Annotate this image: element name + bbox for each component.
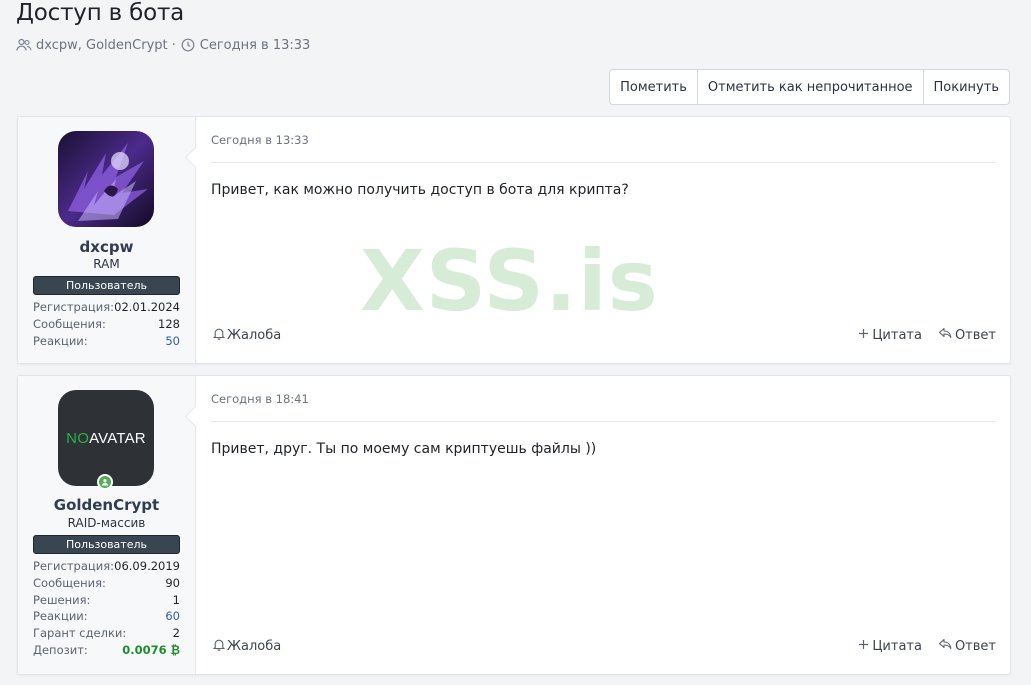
post-text: Привет, друг. Ты по моему сам криптуешь … <box>211 441 597 457</box>
post: NO AVATAR GoldenCrypt RAID-массив Пользо… <box>17 375 1011 675</box>
avatar-text-avatar: AVATAR <box>89 429 146 447</box>
stat-value: 02.01.2024 <box>114 300 180 314</box>
post-actions: Цитата Ответ <box>858 327 996 343</box>
thread-title: Доступ в бота <box>16 0 185 26</box>
meta-separator: · <box>171 37 176 53</box>
stat-value-deposit: 0.0076 ₿ <box>122 642 180 657</box>
report-button[interactable]: Жалоба <box>212 327 282 344</box>
stat-reactions: Реакции: 50 <box>33 333 180 350</box>
user-stats: Регистрация: 06.09.2019 Сообщения: 90 Ре… <box>33 558 180 659</box>
stat-label: Регистрация: <box>33 559 114 573</box>
stat-value: 1 <box>172 592 180 607</box>
bell-icon <box>212 327 226 344</box>
mark-unread-button[interactable]: Отметить как непрочитанное <box>698 70 924 104</box>
post-time[interactable]: Сегодня в 13:33 <box>211 133 309 147</box>
username[interactable]: GoldenCrypt <box>18 496 195 514</box>
quote-button[interactable]: Цитата <box>858 327 922 343</box>
report-label: Жалоба <box>227 639 282 654</box>
reply-icon <box>938 327 952 343</box>
stat-deal-guarantee: Гарант сделки: 2 <box>33 625 180 642</box>
stat-value-link[interactable]: 50 <box>165 333 180 350</box>
post-text: Привет, как можно получить доступ в бота… <box>211 182 629 198</box>
stat-deposit: Депозит: 0.0076 ₿ <box>33 642 180 659</box>
stat-registration: Регистрация: 02.01.2024 <box>33 299 180 316</box>
user-banner: Пользователь <box>33 535 180 554</box>
avatar[interactable]: NO AVATAR <box>58 390 154 486</box>
user-title: RAM <box>93 257 120 271</box>
post-body: Сегодня в 18:41 Привет, друг. Ты по моем… <box>211 376 996 674</box>
reply-button[interactable]: Ответ <box>938 638 996 654</box>
post-user-panel: NO AVATAR GoldenCrypt RAID-массив Пользо… <box>18 376 196 674</box>
thread-actions: Пометить Отметить как непрочитанное Поки… <box>609 69 1010 105</box>
divider <box>211 421 996 422</box>
reply-label: Ответ <box>954 638 996 654</box>
post-footer: Жалоба Цитата Ответ <box>211 638 996 656</box>
stat-label: Депозит: <box>33 642 88 657</box>
divider <box>211 162 996 163</box>
stat-label: Реакции: <box>33 333 88 348</box>
quote-label: Цитата <box>872 638 922 654</box>
stat-value: 90 <box>165 575 180 590</box>
thread-participants[interactable]: dxcpw, GoldenCrypt <box>36 38 168 53</box>
stat-registration: Регистрация: 06.09.2019 <box>33 558 180 575</box>
leave-button[interactable]: Покинуть <box>924 70 1009 104</box>
user-title: RAID-массив <box>67 516 146 530</box>
watermark: XSS.is <box>360 232 659 330</box>
stat-label: Гарант сделки: <box>33 626 127 641</box>
bell-icon <box>212 638 226 655</box>
user-stats: Регистрация: 02.01.2024 Сообщения: 128 Р… <box>33 299 180 349</box>
stat-messages: Сообщения: 90 <box>33 575 180 592</box>
reply-button[interactable]: Ответ <box>938 327 996 343</box>
reply-icon <box>938 638 952 654</box>
stat-value: 06.09.2019 <box>114 559 180 573</box>
stat-label: Сообщения: <box>33 316 106 331</box>
mark-button[interactable]: Пометить <box>610 70 698 104</box>
stat-value: 2 <box>172 626 180 641</box>
user-banner: Пользователь <box>33 276 180 295</box>
page: Доступ в бота dxcpw, GoldenCrypt · Сегод… <box>0 0 1031 685</box>
online-user-icon <box>97 474 113 490</box>
plus-icon <box>858 328 869 343</box>
thread-meta: dxcpw, GoldenCrypt · Сегодня в 13:33 <box>16 37 310 53</box>
stat-value-link[interactable]: 60 <box>165 608 180 625</box>
quote-label: Цитата <box>872 327 922 343</box>
thread-date[interactable]: Сегодня в 13:33 <box>200 38 311 53</box>
post-user-panel: dxcpw RAM Пользователь Регистрация: 02.0… <box>18 117 196 363</box>
username[interactable]: dxcpw <box>18 238 195 256</box>
report-label: Жалоба <box>227 328 282 343</box>
quote-button[interactable]: Цитата <box>858 638 922 654</box>
stat-label: Реакции: <box>33 609 88 624</box>
stat-reactions: Реакции: 60 <box>33 608 180 625</box>
stat-value: 128 <box>158 316 180 331</box>
post-actions: Цитата Ответ <box>858 638 996 654</box>
reply-label: Ответ <box>954 327 996 343</box>
post-time[interactable]: Сегодня в 18:41 <box>211 392 309 406</box>
stat-label: Решения: <box>33 592 91 607</box>
users-icon <box>16 37 32 53</box>
report-button[interactable]: Жалоба <box>212 638 282 655</box>
stat-messages: Сообщения: 128 <box>33 316 180 333</box>
stat-label: Регистрация: <box>33 300 114 314</box>
clock-icon <box>180 37 196 53</box>
stat-solutions: Решения: 1 <box>33 592 180 609</box>
avatar-text-no: NO <box>66 429 90 447</box>
plus-icon <box>858 639 869 654</box>
avatar[interactable] <box>58 131 154 227</box>
stat-label: Сообщения: <box>33 575 106 590</box>
